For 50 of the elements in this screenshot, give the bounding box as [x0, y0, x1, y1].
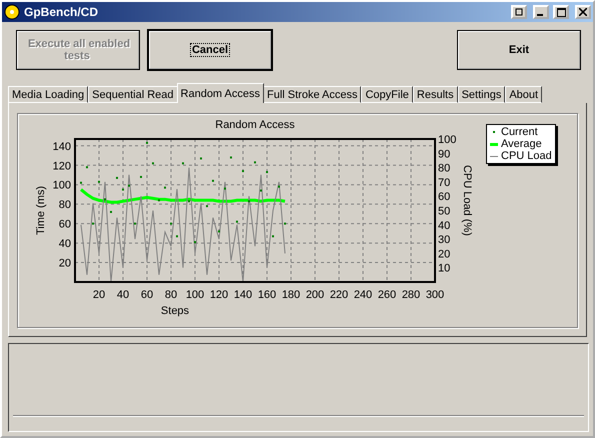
y-tick-label: 140: [52, 140, 71, 153]
x-tick-label: 20: [92, 289, 106, 301]
y-tick-label: 100: [52, 180, 71, 192]
x-tick-label: 240: [354, 289, 372, 301]
x-tick-label: 120: [210, 289, 228, 301]
cpu-tick-label: 80: [438, 162, 450, 175]
x-tick-label: 260: [378, 289, 396, 301]
x-tick-label: 40: [116, 289, 130, 301]
tab[interactable]: Sequential Read: [88, 86, 178, 103]
cpu-tick-label: 50: [438, 206, 450, 218]
cpu-tick-label: 60: [438, 191, 450, 204]
y-tick-label: 80: [58, 199, 71, 212]
x-tick-label: 180: [282, 289, 300, 301]
tab[interactable]: Random Access: [176, 83, 264, 103]
cpu-tick-label: 70: [438, 176, 450, 189]
x-tick-label: 160: [258, 289, 276, 301]
cpu-tick-label: 100: [438, 134, 456, 146]
y-tick-label: 20: [58, 258, 71, 270]
x-tick-label: 140: [234, 289, 252, 301]
y-tick-label: 60: [58, 218, 71, 231]
cpu-tick-label: 90: [438, 148, 450, 160]
command-button[interactable]: Cancel: [148, 30, 272, 70]
tab[interactable]: Full Stroke Access: [263, 86, 362, 103]
y-axis-label: Time (ms): [35, 186, 47, 236]
tab[interactable]: Media Loading: [8, 86, 88, 103]
tab[interactable]: About: [505, 86, 542, 103]
cpu-tick-label: 30: [438, 234, 450, 246]
command-button[interactable]: Exit: [457, 30, 581, 70]
x-tick-label: 300: [426, 289, 444, 301]
x-tick-label: 280: [402, 289, 420, 301]
x-tick-label: 200: [306, 289, 324, 301]
tab[interactable]: CopyFile: [361, 86, 413, 103]
x-tick-label: 220: [330, 289, 348, 301]
legend-label: Current: [501, 126, 538, 138]
y-tick-label: 40: [58, 238, 71, 250]
legend-label: Average: [501, 138, 542, 150]
legend-label: CPU Load: [501, 150, 552, 162]
x-tick-label: 80: [164, 289, 178, 301]
x-axis-label: Steps: [160, 305, 190, 317]
tab[interactable]: Results: [412, 86, 458, 103]
cpu-axis-label: CPU Load (%): [461, 165, 473, 236]
cpu-tick-label: 10: [438, 262, 450, 275]
chart-title: Random Access: [215, 119, 295, 131]
x-tick-label: 60: [140, 289, 154, 301]
x-tick-label: 100: [186, 289, 204, 301]
y-tick-label: 120: [52, 160, 71, 172]
window-title: GpBench/CD: [24, 5, 100, 19]
tab[interactable]: Settings: [458, 86, 506, 103]
cpu-tick-label: 20: [438, 248, 450, 260]
cpu-tick-label: 40: [438, 220, 450, 232]
